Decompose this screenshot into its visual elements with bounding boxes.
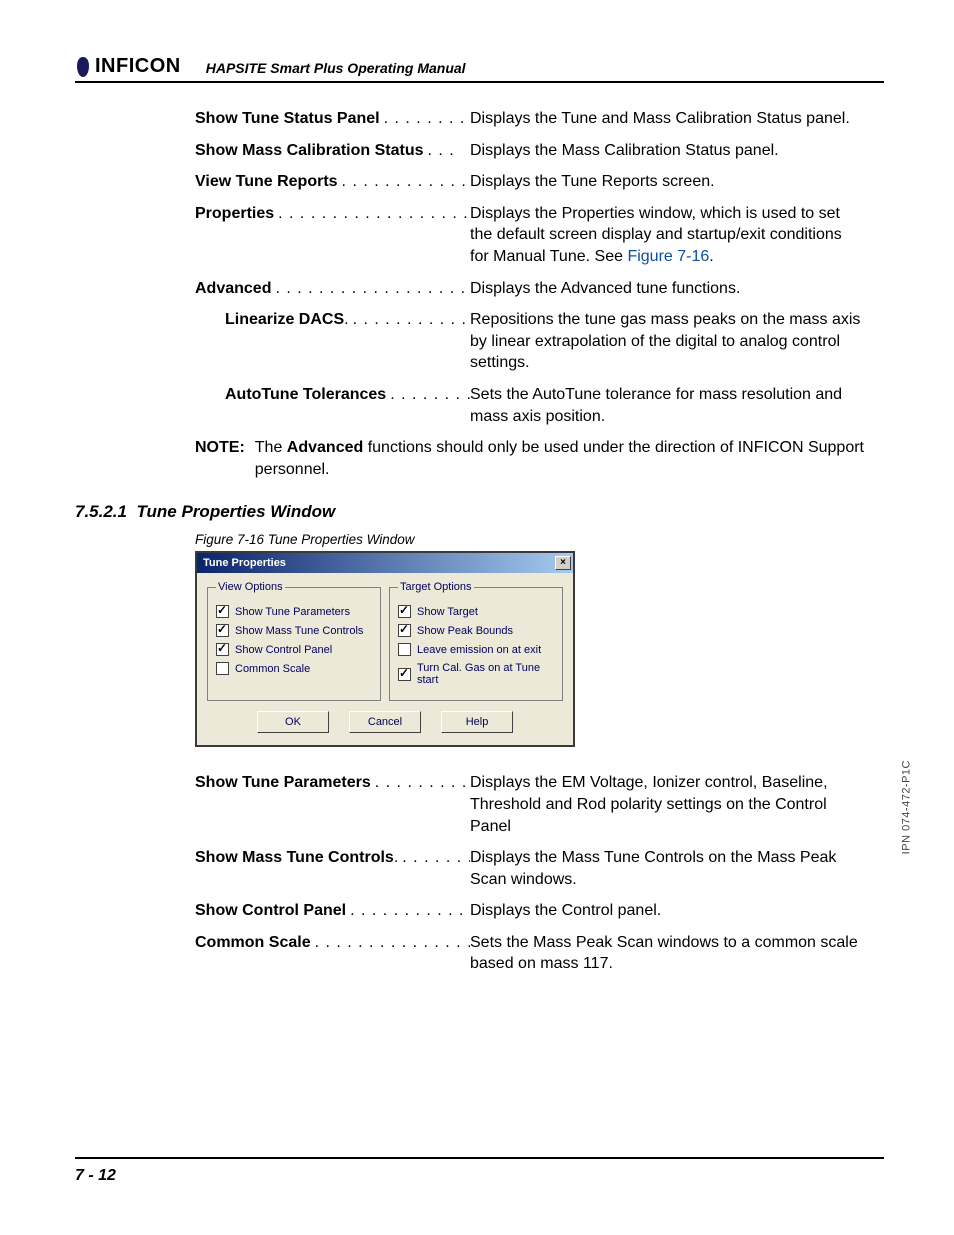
def2-show-mass-tune-controls: Show Mass Tune Controls. . . . . . . . D… (195, 847, 864, 890)
chk-show-mass-tune-controls[interactable]: Show Mass Tune Controls (216, 624, 372, 637)
ok-button[interactable]: OK (257, 711, 329, 733)
def-view-tune-reports: View Tune Reports . . . . . . . . . . . … (195, 171, 864, 193)
def-show-mass-calibration-status: Show Mass Calibration Status . . . Displ… (195, 140, 864, 162)
inficon-logo-icon (75, 56, 91, 78)
dialog-title: Tune Properties (203, 557, 286, 569)
checkbox-icon[interactable] (216, 624, 229, 637)
ipn-label: IPN 074-472-P1C (900, 760, 912, 854)
help-button[interactable]: Help (441, 711, 513, 733)
chk-show-tune-parameters[interactable]: Show Tune Parameters (216, 605, 372, 618)
def-properties: Properties . . . . . . . . . . . . . . .… (195, 203, 864, 268)
brand-logo: INFICON (75, 55, 181, 78)
checkbox-icon[interactable] (216, 643, 229, 656)
figure-block: Figure 7-16 Tune Properties Window Tune … (75, 532, 884, 975)
checkbox-icon[interactable] (216, 662, 229, 675)
content-area: Show Tune Status Panel . . . . . . . . D… (75, 108, 884, 480)
chk-show-control-panel[interactable]: Show Control Panel (216, 643, 372, 656)
view-options-group: View Options Show Tune Parameters Show M… (207, 581, 381, 701)
page-header: INFICON HAPSITE Smart Plus Operating Man… (75, 55, 884, 83)
checkbox-icon[interactable] (398, 668, 411, 681)
figure-link[interactable]: Figure 7-16 (627, 248, 709, 265)
def-linearize-dacs: Linearize DACS. . . . . . . . . . . . . … (195, 309, 864, 374)
manual-title: HAPSITE Smart Plus Operating Manual (206, 60, 466, 78)
brand-name: INFICON (95, 55, 181, 78)
note: NOTE: The Advanced functions should only… (195, 437, 864, 480)
chk-common-scale[interactable]: Common Scale (216, 662, 372, 675)
chk-show-target[interactable]: Show Target (398, 605, 554, 618)
def-autotune-tolerances: AutoTune Tolerances . . . . . . . . Sets… (195, 384, 864, 427)
def2-show-tune-parameters: Show Tune Parameters . . . . . . . . . D… (195, 772, 864, 837)
checkbox-icon[interactable] (398, 605, 411, 618)
checkbox-icon[interactable] (398, 643, 411, 656)
def-advanced: Advanced . . . . . . . . . . . . . . . .… (195, 278, 864, 300)
page-number: 7 - 12 (75, 1167, 116, 1184)
close-icon[interactable]: × (555, 556, 571, 570)
figure-caption: Figure 7-16 Tune Properties Window (195, 532, 864, 547)
def2-show-control-panel: Show Control Panel . . . . . . . . . . .… (195, 900, 864, 922)
checkbox-icon[interactable] (398, 624, 411, 637)
def2-common-scale: Common Scale . . . . . . . . . . . . . .… (195, 932, 864, 975)
tune-properties-dialog: Tune Properties × View Options Show Tune… (195, 551, 575, 747)
chk-turn-cal-gas[interactable]: Turn Cal. Gas on at Tune start (398, 662, 554, 686)
section-heading: 7.5.2.1 Tune Properties Window (75, 502, 884, 522)
page-footer: 7 - 12 (75, 1157, 884, 1185)
chk-show-peak-bounds[interactable]: Show Peak Bounds (398, 624, 554, 637)
chk-leave-emission[interactable]: Leave emission on at exit (398, 643, 554, 656)
target-options-group: Target Options Show Target Show Peak Bou… (389, 581, 563, 701)
cancel-button[interactable]: Cancel (349, 711, 421, 733)
dialog-titlebar: Tune Properties × (197, 553, 573, 573)
checkbox-icon[interactable] (216, 605, 229, 618)
def-show-tune-status-panel: Show Tune Status Panel . . . . . . . . D… (195, 108, 864, 130)
